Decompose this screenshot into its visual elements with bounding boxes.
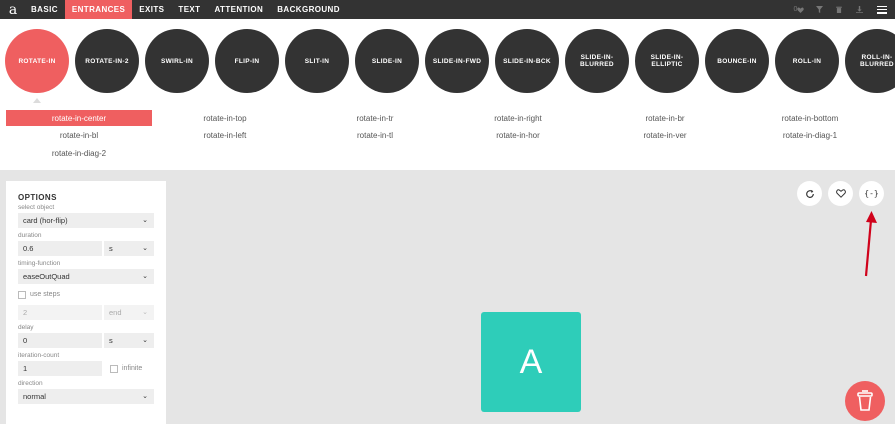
- animation-groups: ROTATE-IN ROTATE-IN-2 SWIRL-IN FLIP-IN S…: [0, 19, 895, 104]
- direction-value: normal: [23, 392, 46, 401]
- download-icon[interactable]: [849, 0, 869, 19]
- annotation-arrow: [864, 211, 877, 277]
- steps-mode-value: end: [109, 308, 122, 317]
- favorite-button[interactable]: [828, 181, 853, 206]
- bubble-roll-in[interactable]: ROLL-IN: [775, 29, 839, 93]
- direction-label: direction: [18, 380, 43, 387]
- chevron-down-icon: ⌄: [142, 393, 148, 400]
- bubble-bounce-in[interactable]: BOUNCE-IN: [705, 29, 769, 93]
- variant-item[interactable]: rotate-in-ver: [590, 127, 740, 143]
- chevron-down-icon: ⌄: [142, 273, 148, 280]
- preview-card: A: [481, 312, 581, 412]
- variant-item[interactable]: rotate-in-top: [150, 110, 300, 126]
- bubble-slide-in-bck[interactable]: SLIDE-IN-BCK: [495, 29, 559, 93]
- iteration-count-label: iteration-count: [18, 352, 60, 359]
- chevron-down-icon: ⌄: [142, 217, 148, 224]
- variant-item[interactable]: rotate-in-left: [150, 127, 300, 143]
- logo[interactable]: a: [2, 0, 24, 19]
- bubble-slit-in[interactable]: SLIT-IN: [285, 29, 349, 93]
- bubble-swirl-in[interactable]: SWIRL-IN: [145, 29, 209, 93]
- tab-entrances[interactable]: ENTRANCES: [64, 0, 133, 19]
- variant-item[interactable]: rotate-in-bottom: [735, 110, 885, 126]
- steps-mode-select[interactable]: end ⌄: [104, 305, 154, 320]
- variant-item[interactable]: rotate-in-bl: [6, 127, 152, 143]
- steps-input[interactable]: 2: [18, 305, 102, 320]
- tab-attention[interactable]: ATTENTION: [207, 0, 270, 19]
- favorites-button[interactable]: 0: [789, 0, 809, 19]
- tab-basic[interactable]: BASIC: [24, 0, 65, 19]
- delay-label: delay: [18, 324, 34, 331]
- bubble-flip-in[interactable]: FLIP-IN: [215, 29, 279, 93]
- delay-input[interactable]: 0: [18, 333, 102, 348]
- variant-item[interactable]: rotate-in-tr: [300, 110, 450, 126]
- select-object-value: card (hor-flip): [23, 216, 68, 225]
- variant-list: rotate-in-center rotate-in-top rotate-in…: [0, 104, 895, 170]
- heart-icon: [835, 189, 846, 198]
- filter-icon[interactable]: [809, 0, 829, 19]
- trash-icon[interactable]: [829, 0, 849, 19]
- menu-icon[interactable]: [869, 0, 895, 19]
- code-button[interactable]: {-}: [859, 181, 884, 206]
- tab-text[interactable]: TEXT: [171, 0, 207, 19]
- bubble-roll-in-blurred[interactable]: ROLL-IN-BLURRED: [845, 29, 895, 93]
- options-panel: OPTIONS select object card (hor-flip) ⌄ …: [6, 181, 166, 424]
- bubble-rotate-in-2[interactable]: ROTATE-IN-2: [75, 29, 139, 93]
- select-object-dropdown[interactable]: card (hor-flip) ⌄: [18, 213, 154, 228]
- variant-item[interactable]: rotate-in-tl: [300, 127, 450, 143]
- code-icon: {-}: [864, 189, 879, 198]
- use-steps-checkbox[interactable]: [18, 290, 26, 299]
- chevron-down-icon: ⌄: [142, 245, 148, 252]
- delay-unit-value: s: [109, 336, 113, 345]
- duration-input[interactable]: 0.6: [18, 241, 102, 256]
- bubble-slide-in-blurred[interactable]: SLIDE-IN-BLURRED: [565, 29, 629, 93]
- coffee-button[interactable]: [845, 381, 885, 421]
- variant-item[interactable]: rotate-in-center: [6, 110, 152, 126]
- options-title: OPTIONS: [18, 193, 57, 202]
- timing-function-dropdown[interactable]: easeOutQuad ⌄: [18, 269, 154, 284]
- tab-exits[interactable]: EXITS: [132, 0, 171, 19]
- replay-icon: [805, 189, 814, 198]
- tab-background[interactable]: BACKGROUND: [270, 0, 347, 19]
- use-steps-label: use steps: [30, 291, 60, 298]
- bubble-slide-in-elliptic[interactable]: SLIDE-IN-ELLIPTIC: [635, 29, 699, 93]
- infinite-checkbox[interactable]: [110, 364, 118, 373]
- iteration-count-input[interactable]: 1: [18, 361, 102, 376]
- infinite-label: infinite: [122, 365, 143, 372]
- bubble-slide-in-fwd[interactable]: SLIDE-IN-FWD: [425, 29, 489, 93]
- direction-dropdown[interactable]: normal ⌄: [18, 389, 154, 404]
- duration-unit-value: s: [109, 244, 113, 253]
- replay-button[interactable]: [797, 181, 822, 206]
- variant-item[interactable]: rotate-in-diag-2: [6, 145, 152, 161]
- variant-item[interactable]: rotate-in-right: [443, 110, 593, 126]
- duration-unit-select[interactable]: s ⌄: [104, 241, 154, 256]
- active-group-caret: [33, 98, 41, 103]
- chevron-down-icon: ⌄: [142, 309, 148, 316]
- variant-item[interactable]: rotate-in-br: [590, 110, 740, 126]
- duration-label: duration: [18, 232, 42, 239]
- heart-icon: [797, 7, 805, 13]
- top-nav: a BASIC ENTRANCES EXITS TEXT ATTENTION B…: [0, 0, 895, 19]
- delay-unit-select[interactable]: s ⌄: [104, 333, 154, 348]
- bubble-rotate-in[interactable]: ROTATE-IN: [5, 29, 69, 93]
- bubble-slide-in[interactable]: SLIDE-IN: [355, 29, 419, 93]
- timing-function-label: timing-function: [18, 260, 61, 267]
- nav-right-tools: 0: [789, 0, 895, 19]
- select-object-label: select object: [18, 204, 55, 211]
- chevron-down-icon: ⌄: [142, 337, 148, 344]
- coffee-cup-icon: [857, 390, 873, 411]
- variant-item[interactable]: rotate-in-diag-1: [735, 127, 885, 143]
- timing-function-value: easeOutQuad: [23, 272, 70, 281]
- variant-item[interactable]: rotate-in-hor: [443, 127, 593, 143]
